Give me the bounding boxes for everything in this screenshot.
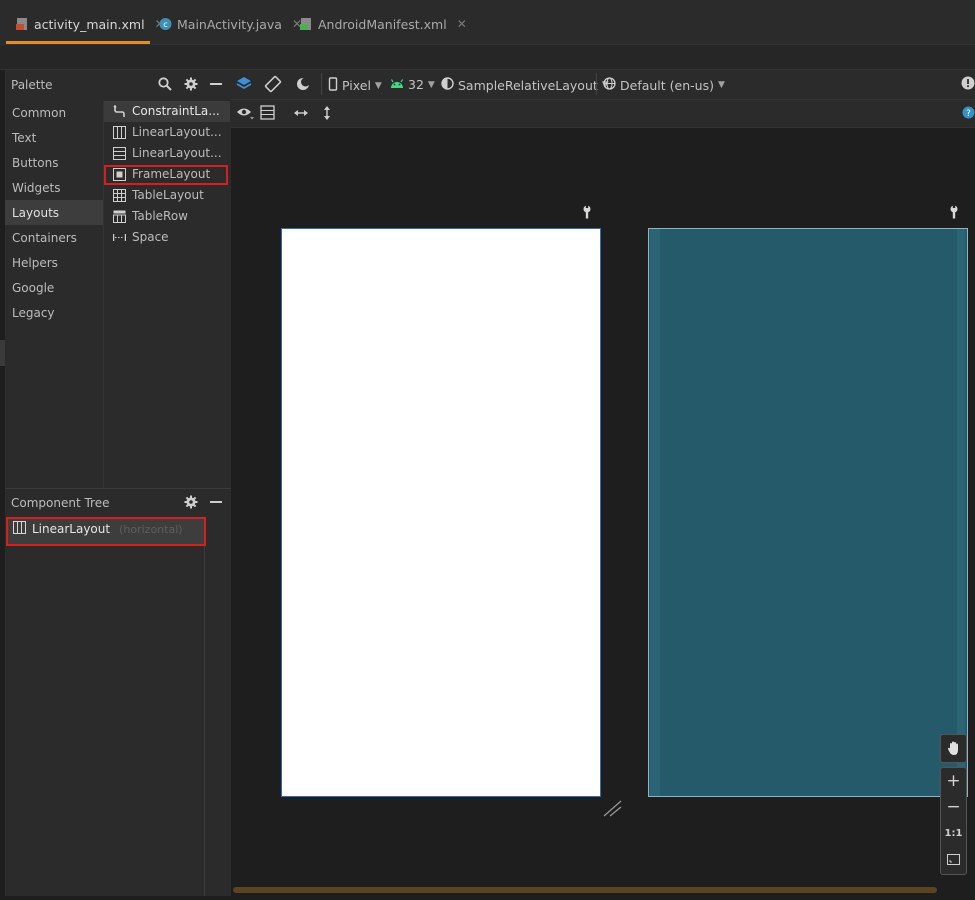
view-options-button[interactable]: [236, 106, 254, 123]
api-level-selector[interactable]: 32 ▼: [390, 77, 435, 92]
blueprint-left-edge: [650, 229, 660, 796]
gear-icon[interactable]: [184, 495, 198, 512]
palette-item-space[interactable]: Space: [112, 227, 169, 247]
category-text[interactable]: Text: [12, 131, 36, 145]
tab-label: MainActivity.java: [177, 16, 282, 32]
palette-item-constraintlayout[interactable]: ConstraintLa...: [113, 101, 220, 121]
svg-text:c: c: [163, 20, 167, 29]
layout-file-icon: [16, 17, 28, 31]
category-containers[interactable]: Containers: [12, 231, 77, 245]
globe-icon: [603, 77, 616, 93]
horizontal-scrollbar[interactable]: [233, 887, 937, 893]
tab-android-manifest[interactable]: AndroidManifest.xml ✕: [292, 8, 475, 40]
table-layout-icon: [113, 189, 126, 202]
toolbar-divider: [596, 73, 597, 95]
arrows-horizontal-icon: [293, 108, 309, 122]
palette-item-tablerow[interactable]: TableRow: [113, 206, 188, 226]
minimize-icon[interactable]: [210, 501, 222, 503]
framelayout-highlight-box: [104, 165, 228, 185]
java-class-icon: c: [159, 17, 172, 31]
locale-selector[interactable]: Default (en-us) ▼: [603, 77, 725, 93]
minimize-icon[interactable]: [210, 83, 222, 85]
wrench-icon[interactable]: [581, 205, 593, 222]
category-helpers[interactable]: Helpers: [12, 256, 58, 270]
wrench-icon[interactable]: [948, 205, 960, 222]
linear-layout-vertical-icon: [113, 147, 126, 160]
category-google[interactable]: Google: [12, 281, 54, 295]
design-preview-screen[interactable]: [281, 228, 601, 797]
tab-main-activity[interactable]: c MainActivity.java ✕: [151, 8, 310, 40]
chevron-down-icon: ▼: [427, 79, 435, 90]
category-common[interactable]: Common: [12, 106, 66, 120]
theme-icon: [441, 77, 454, 93]
blueprint-right-edge: [957, 229, 965, 796]
design-surface-button[interactable]: [235, 75, 253, 96]
category-layouts[interactable]: Layouts: [12, 206, 59, 220]
device-selector[interactable]: Pixel ▼: [328, 77, 382, 94]
warning-icon[interactable]: [961, 76, 975, 93]
hand-icon[interactable]: [940, 735, 967, 761]
category-legacy[interactable]: Legacy: [12, 306, 55, 320]
palette-item-linearlayout-vertical[interactable]: LinearLayout...: [113, 143, 222, 163]
layers-icon: [235, 75, 253, 96]
night-mode-icon: [294, 75, 312, 96]
space-icon: [112, 231, 127, 243]
component-tree-title: Component Tree: [11, 496, 110, 510]
component-tree-body: [5, 516, 231, 896]
view-options-toolbar: [231, 100, 975, 128]
constraint-layout-icon: [113, 105, 126, 117]
linear-layout-horizontal-icon: [113, 126, 126, 139]
help-icon[interactable]: ?: [962, 106, 975, 122]
tree-highlight-box: [6, 517, 206, 546]
toolbar-divider: [321, 73, 322, 95]
android-icon: [390, 77, 404, 92]
phone-icon: [328, 77, 338, 94]
zoom-in-icon[interactable]: +: [940, 768, 967, 794]
tab-label: activity_main.xml: [34, 16, 145, 32]
manifest-file-icon: [300, 17, 312, 31]
theme-selector[interactable]: SampleRelativeLayout ▼: [441, 77, 609, 93]
tree-divider: [204, 516, 205, 896]
search-icon[interactable]: [158, 77, 172, 94]
palette-title: Palette: [11, 78, 53, 92]
svg-text:?: ?: [966, 109, 971, 119]
table-row-icon: [113, 210, 126, 223]
palette-item-tablelayout[interactable]: TableLayout: [113, 185, 204, 205]
active-tab-indicator: [6, 41, 150, 44]
tab-activity-main[interactable]: activity_main.xml ✕: [8, 8, 173, 40]
horizontal-resize-button[interactable]: [293, 107, 309, 122]
palette-item-linearlayout-horizontal[interactable]: LinearLayout...: [113, 122, 222, 142]
night-mode-button[interactable]: [294, 75, 312, 96]
blueprint-preview-screen[interactable]: [648, 228, 968, 797]
rotate-device-icon: [264, 75, 282, 96]
gear-icon[interactable]: [184, 77, 198, 94]
zoom-to-fit-icon[interactable]: [940, 846, 967, 872]
resize-handle-icon[interactable]: [603, 799, 623, 820]
zoom-actual-size-button[interactable]: 1:1: [940, 820, 967, 846]
side-panel-handle[interactable]: [0, 340, 5, 366]
editor-breadcrumb-strip: [0, 45, 975, 70]
zoom-out-icon[interactable]: −: [940, 794, 967, 820]
arrows-vertical-icon: [321, 106, 333, 124]
eye-icon: [236, 108, 254, 123]
tab-label: AndroidManifest.xml: [318, 16, 447, 32]
orientation-button[interactable]: [264, 75, 282, 96]
vertical-resize-button[interactable]: [321, 105, 333, 124]
chevron-down-icon: ▼: [374, 80, 382, 91]
category-widgets[interactable]: Widgets: [12, 181, 61, 195]
chevron-down-icon: ▼: [717, 80, 725, 90]
list-layout-icon: [260, 105, 275, 123]
blueprint-toggle-button[interactable]: [260, 105, 275, 123]
close-icon[interactable]: ✕: [457, 17, 467, 31]
category-buttons[interactable]: Buttons: [12, 156, 58, 170]
